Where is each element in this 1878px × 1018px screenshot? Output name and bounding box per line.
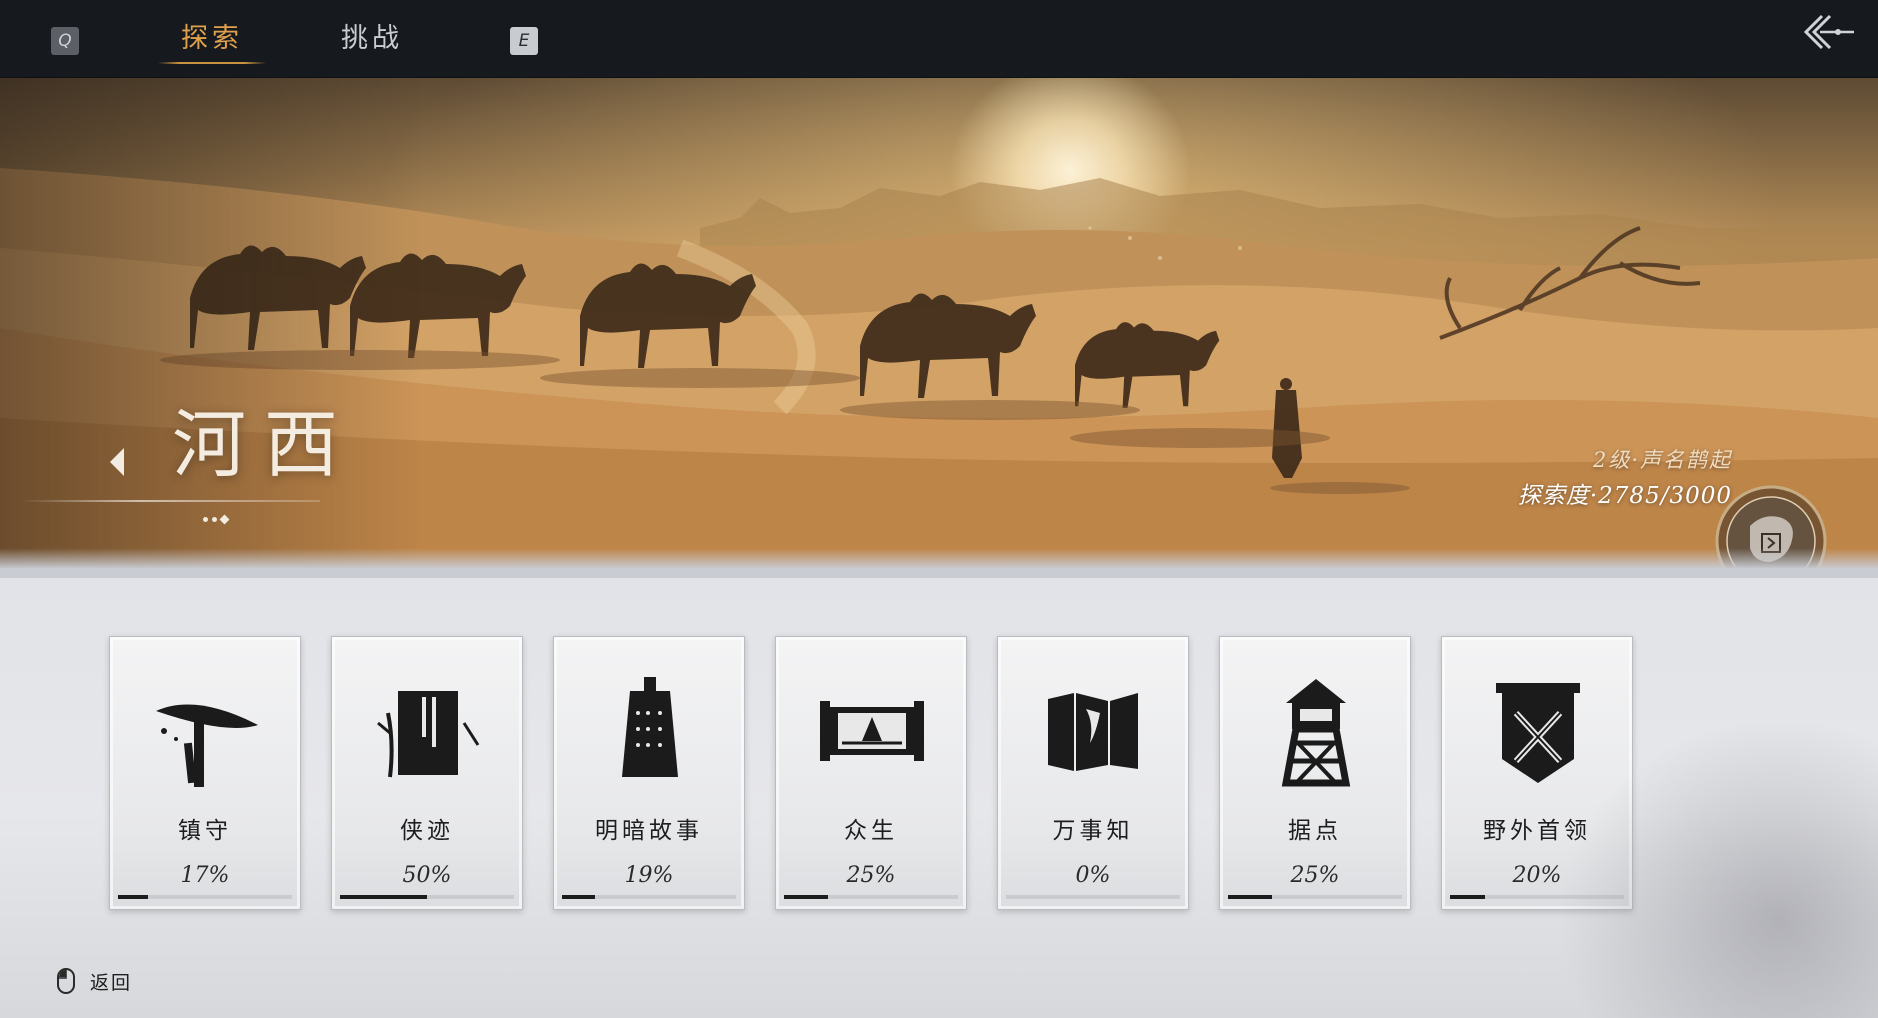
bell-icon	[622, 677, 678, 777]
category-label: 明暗故事	[595, 818, 703, 844]
key-hint-e[interactable]: E	[510, 27, 538, 55]
category-label: 万事知	[1052, 818, 1134, 844]
previous-region-arrow-icon[interactable]	[106, 444, 126, 480]
category-progress-bar	[1006, 895, 1180, 899]
category-progress-bar	[118, 895, 292, 899]
category-label: 众生	[844, 818, 898, 844]
back-button[interactable]: 返回	[56, 966, 132, 996]
category-percent: 17%	[180, 863, 230, 888]
category-card-xiaji[interactable]: 侠迹 50%	[331, 636, 523, 910]
watchtower-icon	[1281, 679, 1351, 787]
top-bar: Q 探索 挑战 E	[0, 0, 1878, 78]
tab-challenge[interactable]: 挑战	[330, 18, 414, 66]
category-progress-bar	[784, 895, 958, 899]
category-card-mingan-gushi[interactable]: 明暗故事 19%	[553, 636, 745, 910]
category-label: 据点	[1288, 818, 1342, 844]
back-label: 返回	[90, 971, 133, 994]
category-card-zhongsheng[interactable]: 众生 25%	[775, 636, 967, 910]
category-card-judian[interactable]: 据点 25%	[1219, 636, 1411, 910]
category-progress-bar	[1228, 895, 1402, 899]
region-banner: 河西 2级·声名鹊起 探索度·2785/3000	[0, 78, 1878, 568]
key-hint-q[interactable]: Q	[51, 27, 79, 55]
tab-explore[interactable]: 探索	[158, 18, 266, 66]
double-chevron-left-icon[interactable]	[1800, 8, 1860, 58]
category-label: 镇守	[178, 818, 232, 844]
category-progress-fill	[340, 895, 427, 899]
category-progress-fill	[1228, 895, 1272, 899]
category-percent: 50%	[402, 863, 452, 888]
region-name: 河西	[172, 402, 356, 488]
category-progress-fill	[784, 895, 828, 899]
category-card-wanshizhi[interactable]: 万事知 0%	[997, 636, 1189, 910]
category-progress-bar	[562, 895, 736, 899]
explore-progress-text: 探索度·2785/3000	[1517, 483, 1732, 509]
category-percent: 0%	[1075, 863, 1111, 888]
category-progress-fill	[118, 895, 148, 899]
folding-screen-icon	[1048, 693, 1138, 771]
exploration-category-list: 镇守 17% 侠迹 50% 明暗故事 19% 众生 25% 万事知 0% 据点 …	[109, 636, 1633, 910]
category-progress-bar	[340, 895, 514, 899]
region-page-indicator	[203, 514, 233, 524]
category-progress-fill	[1450, 895, 1485, 899]
category-percent: 19%	[624, 863, 674, 888]
mouse-icon	[57, 968, 75, 994]
category-percent: 25%	[1290, 863, 1340, 888]
category-progress-fill	[562, 895, 596, 899]
book-bamboo-icon	[377, 691, 480, 778]
scroll-painting-icon	[820, 701, 924, 761]
straw-hat-sword-icon	[156, 704, 258, 787]
category-card-zhenshou[interactable]: 镇守 17%	[109, 636, 301, 910]
category-percent: 25%	[846, 863, 896, 888]
fame-level-text: 2级·声名鹊起	[1592, 448, 1732, 472]
category-label: 侠迹	[400, 818, 454, 844]
